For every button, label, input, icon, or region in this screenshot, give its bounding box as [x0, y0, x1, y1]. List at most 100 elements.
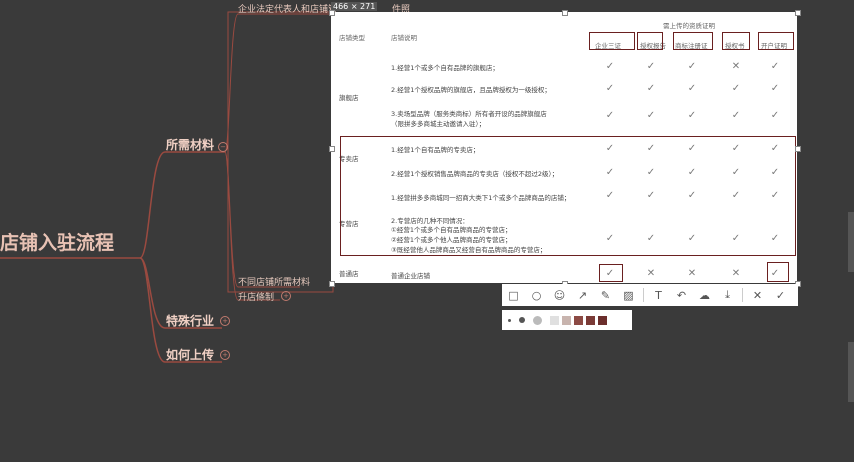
cross-icon: ✕ — [646, 268, 656, 279]
sub-legal-rep[interactable]: 企业法定代表人和店铺管 — [238, 2, 337, 15]
check-icon: ✓ — [770, 110, 780, 121]
check-icon: ✓ — [605, 167, 615, 178]
rect-icon[interactable]: □ — [502, 284, 525, 306]
check-icon: ✓ — [605, 143, 615, 154]
row-desc: 2.经营1个授权品牌的旗舰店，且品牌授权为一级授权； — [391, 86, 551, 94]
check-icon: ✓ — [687, 167, 697, 178]
marker-icon[interactable]: ▨ — [617, 284, 640, 306]
cross-icon: ✕ — [731, 61, 741, 72]
header-store-desc: 店铺说明 — [391, 34, 417, 42]
row-desc: 3.卖场型品牌（服务类商标）所有者开设的品牌旗舰店 — [391, 110, 547, 118]
row-desc: 普通企业店铺 — [391, 272, 430, 280]
highlight-box — [673, 32, 713, 50]
check-icon: ✓ — [770, 61, 780, 72]
check-icon: ✓ — [646, 190, 656, 201]
color-swatch[interactable] — [562, 315, 571, 325]
header-required-title: 需上传的资质证明 — [663, 22, 715, 30]
expand-icon[interactable]: + — [281, 291, 291, 301]
resize-handle[interactable] — [795, 146, 801, 152]
highlight-box — [722, 32, 750, 50]
resize-handle[interactable] — [329, 10, 335, 16]
check-icon: ✓ — [770, 167, 780, 178]
branch-required-materials[interactable]: 所需材料 — [166, 136, 214, 153]
brush-size-medium[interactable] — [519, 317, 525, 323]
check-icon: ✓ — [646, 233, 656, 244]
header-store-type: 店铺类型 — [339, 34, 365, 42]
check-icon: ✓ — [687, 233, 697, 244]
check-icon: ✓ — [770, 143, 780, 154]
check-icon: ✓ — [731, 233, 741, 244]
branch-special-industry[interactable]: 特殊行业 — [166, 312, 214, 329]
mosaic-icon[interactable]: ☺ — [548, 284, 571, 306]
row-desc: 1.经营1个或多个自有品牌的旗舰店； — [391, 64, 499, 72]
capture-toolbar: □ ○ ☺ ↗ ✎ ▨ T ↶ ☁ ⤓ ✕ ✓ — [502, 284, 798, 306]
toolbar-separator — [742, 288, 743, 302]
row-type: 普通店 — [339, 270, 359, 278]
highlight-box — [589, 32, 635, 50]
check-icon: ✓ — [731, 83, 741, 94]
right-scrollbar[interactable] — [848, 342, 854, 402]
check-icon: ✓ — [770, 190, 780, 201]
expand-icon[interactable]: + — [220, 350, 230, 360]
right-scrollbar[interactable] — [848, 212, 854, 272]
check-icon: ✓ — [731, 167, 741, 178]
check-icon: ✓ — [646, 167, 656, 178]
row-desc-cont: （限拼多多商城主动邀请入驻）； — [391, 120, 486, 128]
check-icon: ✓ — [646, 110, 656, 121]
toolbar-separator — [643, 288, 644, 302]
cross-icon: ✕ — [687, 268, 697, 279]
brush-size-large[interactable] — [533, 315, 542, 325]
color-swatch[interactable] — [586, 315, 595, 325]
color-swatch[interactable] — [574, 315, 583, 325]
row-type: 旗舰店 — [339, 94, 359, 102]
expand-icon[interactable]: + — [220, 316, 230, 326]
color-swatch[interactable] — [550, 315, 559, 325]
download-icon[interactable]: ⤓ — [716, 284, 739, 306]
color-swatch[interactable] — [598, 315, 607, 325]
resize-handle[interactable] — [795, 10, 801, 16]
check-icon: ✓ — [687, 190, 697, 201]
screenshot-capture-area[interactable]: 需上传的资质证明 店铺类型 店铺说明 企业三证 授权报告 商标注册证 授权书 开… — [331, 12, 797, 283]
sub-store-materials[interactable]: 不同店铺所需材料 — [238, 275, 310, 288]
check-icon: ✓ — [605, 83, 615, 94]
sub-open-store[interactable]: 升店條制 — [238, 290, 274, 303]
check-icon: ✓ — [687, 110, 697, 121]
check-icon: ✓ — [731, 143, 741, 154]
cloud-icon[interactable]: ☁ — [693, 284, 716, 306]
root-node[interactable]: 店铺入驻流程 — [0, 228, 114, 255]
check-icon[interactable]: ✓ — [769, 284, 792, 306]
resize-handle[interactable] — [329, 146, 335, 152]
branch-how-to-upload[interactable]: 如何上传 — [166, 346, 214, 363]
circle-icon[interactable]: ○ — [525, 284, 548, 306]
arrow-icon[interactable]: ↗ — [571, 284, 594, 306]
check-icon: ✓ — [605, 61, 615, 72]
undo-icon[interactable]: ↶ — [670, 284, 693, 306]
brush-size-small[interactable] — [508, 318, 511, 322]
check-icon: ✓ — [605, 233, 615, 244]
pen-icon[interactable]: ✎ — [594, 284, 617, 306]
check-icon: ✓ — [687, 61, 697, 72]
check-icon: ✓ — [646, 83, 656, 94]
check-icon: ✓ — [770, 268, 780, 279]
check-icon: ✓ — [770, 233, 780, 244]
close-icon[interactable]: ✕ — [746, 284, 769, 306]
check-icon: ✓ — [646, 143, 656, 154]
check-icon: ✓ — [646, 61, 656, 72]
check-icon: ✓ — [605, 190, 615, 201]
check-icon: ✓ — [687, 143, 697, 154]
highlight-box — [340, 136, 796, 256]
highlight-box — [758, 32, 794, 50]
cross-icon: ✕ — [731, 268, 741, 279]
expand-icon[interactable]: − — [218, 142, 228, 152]
resize-handle[interactable] — [329, 281, 335, 287]
capture-size-label: 466 × 271 — [331, 2, 378, 11]
check-icon: ✓ — [605, 110, 615, 121]
color-palette — [502, 310, 632, 330]
check-icon: ✓ — [687, 83, 697, 94]
text-icon[interactable]: T — [647, 284, 670, 306]
resize-handle[interactable] — [562, 10, 568, 16]
check-icon: ✓ — [770, 83, 780, 94]
check-icon: ✓ — [731, 190, 741, 201]
check-icon: ✓ — [605, 268, 615, 279]
highlight-box — [637, 32, 663, 50]
